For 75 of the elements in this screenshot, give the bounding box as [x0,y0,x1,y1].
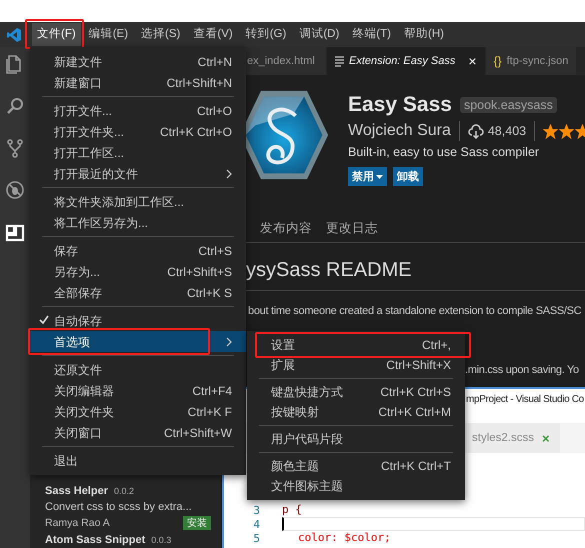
publisher-name[interactable]: Wojciech Sura [348,122,451,140]
action-button[interactable]: 禁用 [348,167,387,186]
menu-item[interactable]: 首选项 [30,331,246,352]
menu-item[interactable]: 扩展 Ctrl+Shift+X [247,355,465,375]
publisher-name: Ramya Rao A [45,517,111,529]
action-button[interactable]: 卸载 [393,167,423,186]
page-tab[interactable]: 发布内容 [260,216,312,242]
line-number: 3 [252,504,260,516]
menu-item[interactable]: 另存为... Ctrl+Shift+S [30,261,246,282]
menu-item[interactable]: 编辑(E) [84,23,134,46]
menu-item[interactable]: 用户代码片段 [247,429,465,449]
menu-item[interactable]: 打开文件夹... Ctrl+K Ctrl+O [30,121,246,142]
shortcut-label: Ctrl+K Ctrl+O [160,126,232,138]
menu-item[interactable]: 设置 Ctrl+, [247,335,465,355]
version-label: 0.0.2 [114,486,134,496]
install-button[interactable]: 安装 [183,516,211,530]
version-label: 0.0.3 [151,535,172,545]
menu-item[interactable]: 将文件夹添加到工作区... [30,191,246,212]
menu-item[interactable]: 调试(D) [294,23,344,46]
editor-tab[interactable]: {} ftp-sync.json [486,47,578,75]
json-icon: {} [494,54,502,68]
extension-name[interactable]: Sass Helper [45,485,108,497]
shortcut-label: Ctrl+K Ctrl+S [380,386,451,398]
menu-item[interactable]: 颜色主题 Ctrl+K Ctrl+T [247,456,465,476]
star-icon [543,124,558,138]
close-icon[interactable]: × [468,53,477,69]
extension-description: Convert css to scss by extra... [45,500,193,514]
menu-item[interactable]: 文件图标主题 [247,476,465,496]
extension-name[interactable]: Atom Sass Snippet [45,534,146,546]
menu-item[interactable]: 退出 [30,450,246,471]
menu-item[interactable]: 打开工作区... [30,142,246,163]
extension-id: spook.easysass [460,97,557,113]
install-count: 48,403 [488,124,526,138]
shortcut-label: Ctrl+Shift+X [386,359,451,371]
menu-item[interactable]: 帮助(H) [398,23,449,46]
page-tab[interactable]: 更改日志 [326,216,378,242]
readme-text: .min.css upon saving. Yo [465,364,580,376]
menu-item[interactable]: 选择(S) [136,23,186,46]
app-logo-icon [6,26,22,42]
menu-item[interactable]: 关闭窗口 Ctrl+Shift+W [30,422,246,443]
shortcut-label: Ctrl+S [198,244,232,256]
code-line: p { [282,503,303,517]
cloud-download-icon [468,124,484,138]
line-number: 5 [252,532,260,544]
readme-heading: ysySass README [246,259,413,282]
chevron-right-icon [226,336,232,346]
menu-item[interactable]: 文件(F) [32,23,81,46]
menu-item[interactable]: 查看(V) [188,23,238,46]
code-property: color: [298,531,338,544]
shortcut-label: Ctrl+O [196,104,232,116]
menu-item[interactable]: 打开文件... Ctrl+O [30,100,246,121]
editor-tab[interactable]: Extension: Easy Sass × [327,47,486,75]
menu-item[interactable]: 自动保存 [30,310,246,331]
shortcut-label: Ctrl+K Ctrl+T [380,460,451,472]
extension-title: Easy Sass [348,93,452,117]
menu-item[interactable]: 全部保存 Ctrl+K S [30,282,246,303]
code-value: $color; [344,531,391,544]
bug-icon[interactable] [4,179,26,201]
menu-item[interactable]: 转到(G) [240,23,292,46]
shortcut-label: Ctrl+Shift+N [166,76,232,88]
shortcut-label: Ctrl+K S [186,286,232,298]
shortcut-label: Ctrl+Shift+W [164,426,232,438]
lines-icon [335,56,344,66]
chevron-right-icon [226,168,232,178]
shortcut-label: Ctrl+Shift+S [167,266,232,278]
menu-item[interactable]: 新建窗口 Ctrl+Shift+N [30,72,246,93]
menu-item[interactable]: 打开最近的文件 [30,163,246,184]
menu-item[interactable]: 终端(T) [347,23,396,46]
shortcut-label: Ctrl+, [422,339,451,351]
line-number: 4 [252,518,260,530]
readme-text: bout time someone created a standalone extension to compile SASS/SC [248,305,582,317]
menu-item[interactable]: 保存 Ctrl+S [30,240,246,261]
menu-item[interactable]: 还原文件 [30,359,246,380]
extension-description: Built-in, easy to use Sass compiler [348,145,540,159]
menu-item[interactable]: 将工作区另存为... [30,212,246,233]
